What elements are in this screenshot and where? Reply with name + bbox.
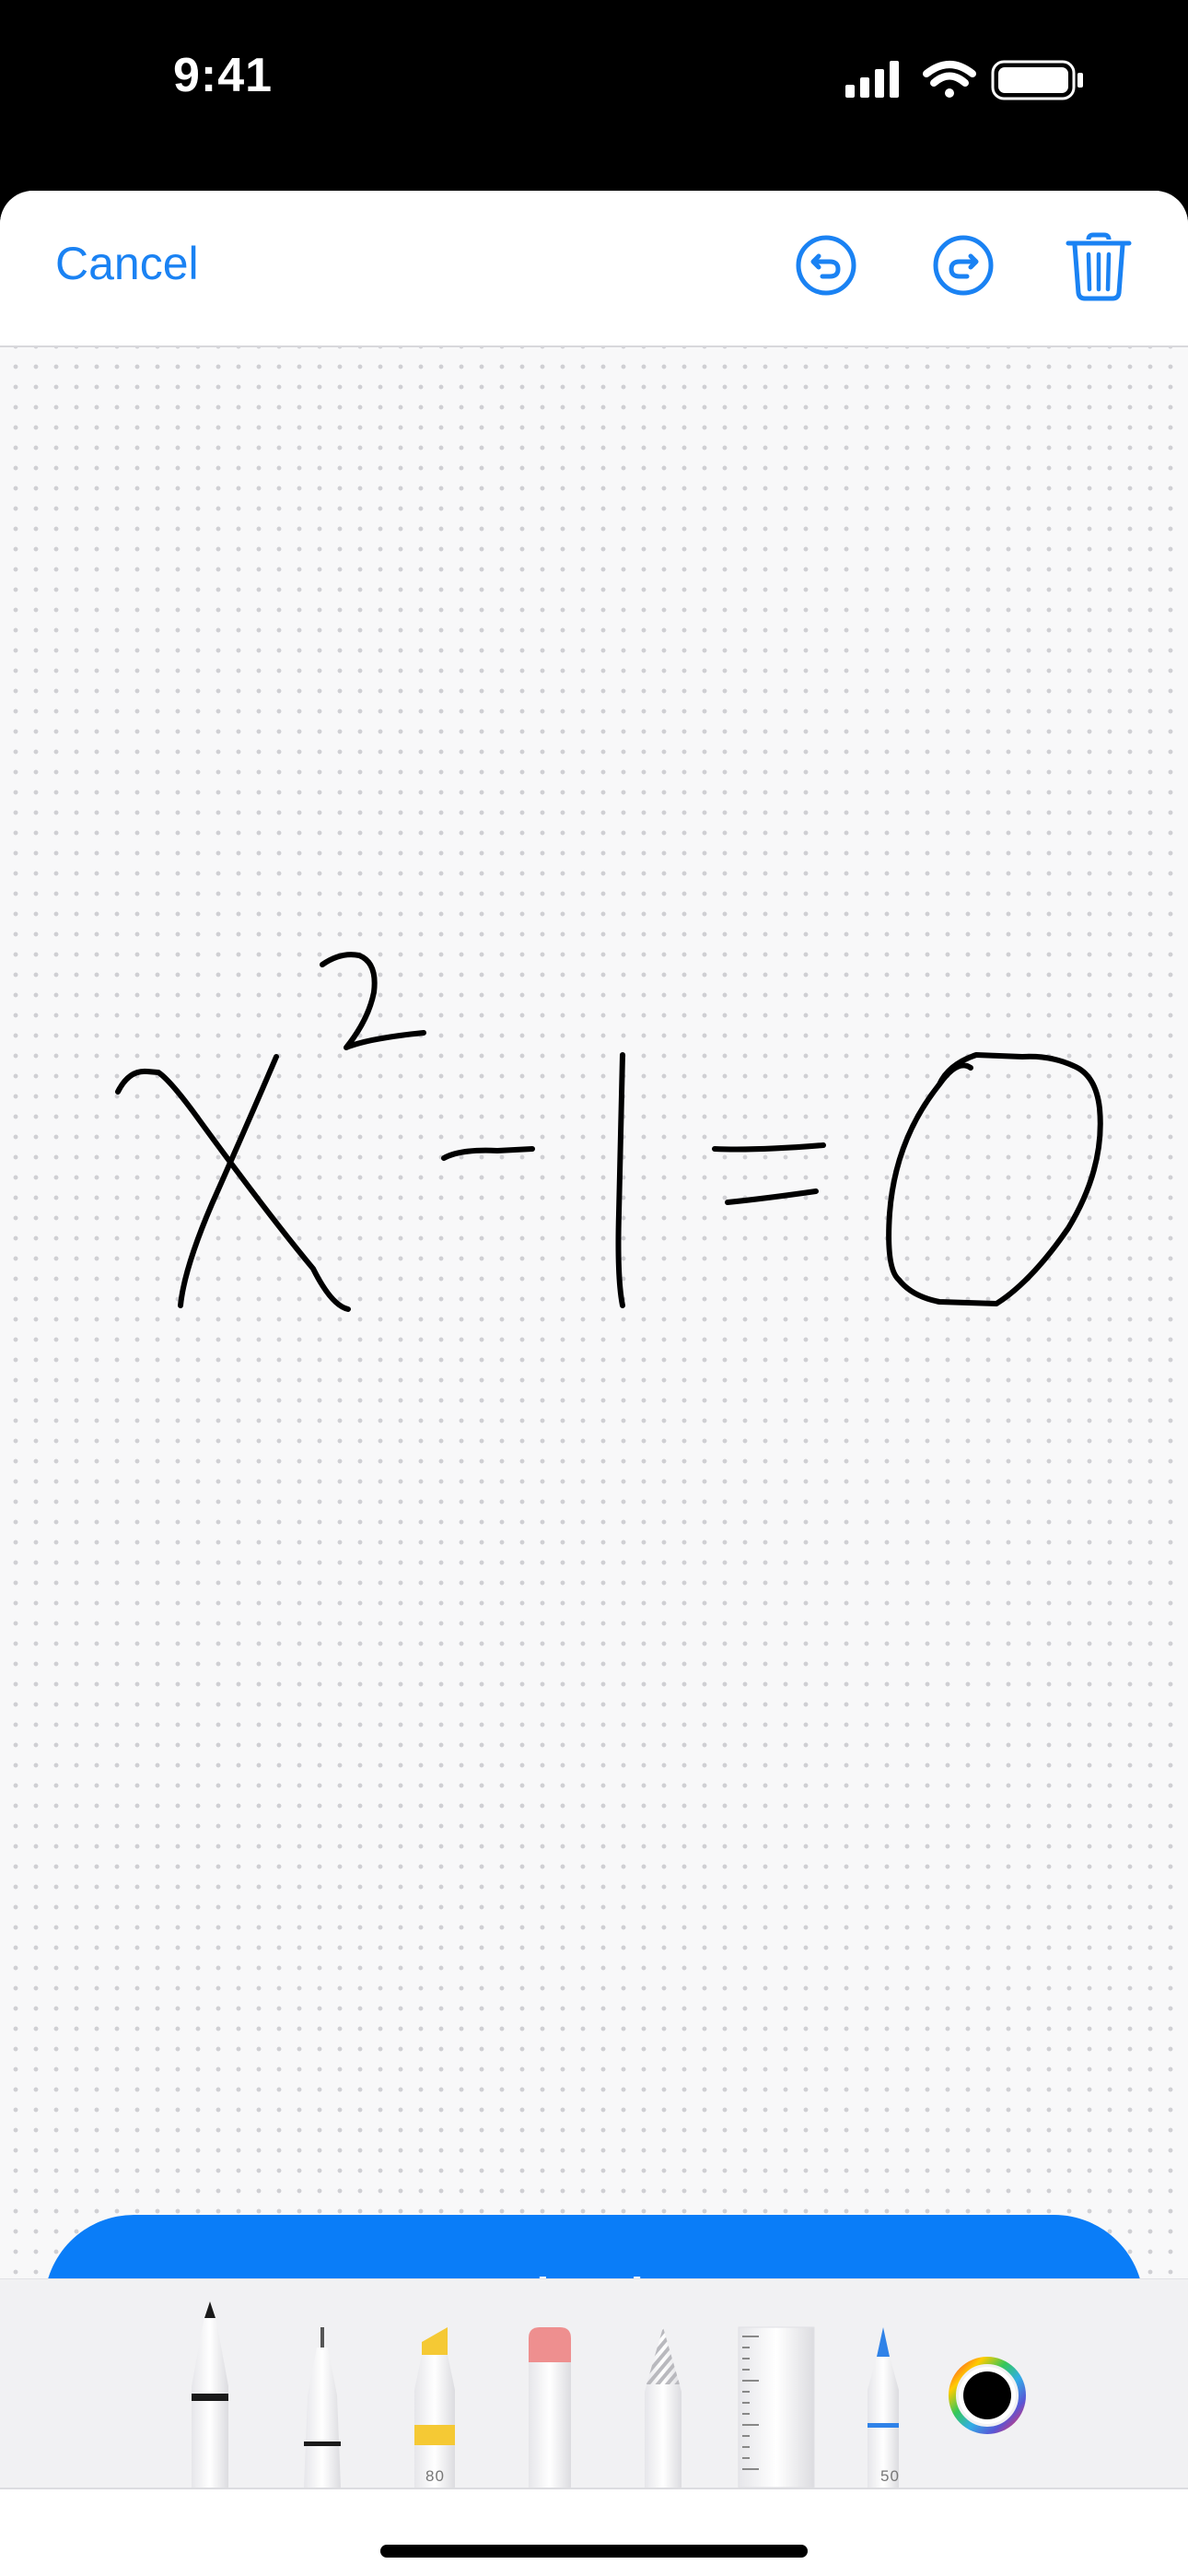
drawing-canvas[interactable]: Calculate	[0, 347, 1188, 2395]
stroke-2	[320, 952, 426, 1050]
status-time: 9:41	[173, 49, 274, 102]
eraser-tool-icon[interactable]	[525, 2325, 575, 2488]
nav-bar: Cancel	[0, 191, 1188, 347]
status-icons	[845, 60, 1083, 100]
lasso-tool-icon[interactable]	[637, 2325, 689, 2488]
stroke-equals-bottom	[725, 1188, 819, 1205]
trash-icon[interactable]	[1065, 232, 1133, 302]
stroke-x-1	[115, 1068, 351, 1312]
wifi-icon	[923, 61, 976, 98]
highlighter-width-label: 80	[425, 2467, 445, 2485]
home-indicator-area	[0, 2488, 1188, 2576]
undo-icon[interactable]	[793, 232, 859, 299]
cellular-signal-icon	[845, 61, 899, 98]
blue-pen-tool-icon[interactable]	[862, 2325, 904, 2488]
ruler-tool-icon[interactable]	[737, 2325, 816, 2488]
pen-tool-icon[interactable]	[184, 2298, 236, 2488]
status-bar: 9:41	[0, 0, 1188, 189]
stroke-1	[615, 1052, 625, 1308]
blue-pen-width-label: 50	[880, 2467, 900, 2485]
stroke-0	[886, 1052, 1103, 1306]
drawing-sheet: Cancel 80 50	[0, 191, 1188, 2576]
stroke-minus	[441, 1146, 535, 1161]
stroke-x-2	[178, 1054, 279, 1308]
cancel-button[interactable]: Cancel	[55, 237, 199, 290]
home-indicator[interactable]	[380, 2545, 808, 2558]
color-picker-icon[interactable]	[947, 2355, 1028, 2436]
battery-icon	[991, 60, 1083, 100]
stroke-equals-top	[712, 1142, 826, 1153]
redo-icon[interactable]	[930, 232, 996, 299]
handwritten-expression	[115, 952, 1103, 1312]
tool-palette: 80 50	[0, 2278, 1188, 2488]
highlighter-tool-icon[interactable]	[409, 2325, 462, 2488]
fineliner-tool-icon[interactable]	[297, 2325, 348, 2488]
